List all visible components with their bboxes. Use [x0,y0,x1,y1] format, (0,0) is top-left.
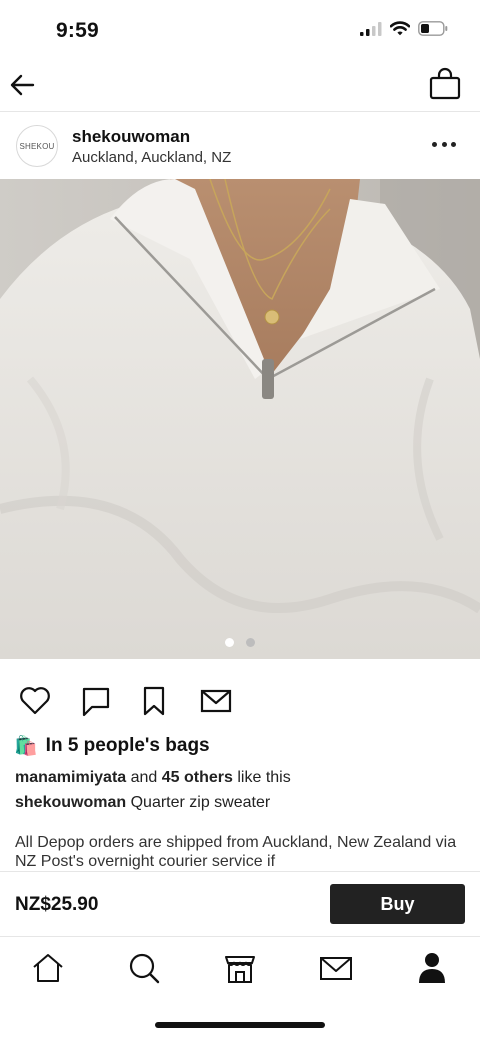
comment-button[interactable] [79,684,113,718]
like-button[interactable] [18,684,52,718]
listing-seller[interactable]: shekouwoman [15,794,126,811]
more-horizontal-icon [432,141,437,147]
wifi-icon [390,21,410,36]
battery-icon [418,21,448,36]
bags-count-text: In 5 people's bags [45,735,210,756]
nav-bar [0,60,480,112]
pagination-dot-2[interactable] [246,638,255,647]
mail-icon [200,689,232,713]
message-button[interactable] [199,684,233,718]
tab-inbox[interactable] [318,950,354,986]
heart-icon [20,687,50,715]
status-bar: 9:59 [0,0,480,60]
listing-title-text: Quarter zip sweater [130,794,271,811]
likes-others-link[interactable]: 45 others [162,769,233,786]
shopping-bag-button[interactable] [428,67,462,101]
product-photo[interactable] [0,179,480,659]
tab-search[interactable] [126,950,162,986]
arrow-left-icon [10,74,35,96]
liker-username[interactable]: manamimiyata [15,769,126,786]
more-options-button[interactable] [432,139,456,149]
likes-and: and [130,769,158,786]
tab-profile[interactable] [414,950,450,986]
action-row [0,684,480,720]
home-icon [33,954,63,982]
price: NZ$25.90 [15,894,99,915]
status-time: 9:59 [56,19,99,42]
listing-description: All Depop orders are shipped from Auckla… [15,834,457,870]
purchase-bar: NZ$25.90 Buy [0,871,480,937]
comment-icon [82,687,110,717]
seller-row[interactable]: SHEKOU shekouwoman Auckland, Auckland, N… [0,113,480,179]
home-indicator [155,1022,325,1028]
seller-username[interactable]: shekouwoman [72,127,190,147]
inbox-mail-icon [320,957,352,980]
save-button[interactable] [137,684,171,718]
tab-home[interactable] [30,950,66,986]
store-icon [225,956,255,983]
signal-icon [360,21,382,36]
sweater-photo-image [0,179,480,659]
seller-location: Auckland, Auckland, NZ [72,149,232,166]
tab-shop[interactable] [222,950,258,986]
seller-avatar[interactable]: SHEKOU [16,125,58,167]
likes-summary: manamimiyata and 45 others like this [15,769,291,787]
shopping-bags-emoji-icon: 🛍️ [14,736,38,757]
listing-title: shekouwoman Quarter zip sweater [15,794,270,812]
shopping-bag-icon [429,67,461,100]
buy-button[interactable]: Buy [330,884,465,924]
back-button[interactable] [8,70,38,100]
bags-count: 🛍️ In 5 people's bags [14,734,210,758]
person-icon [419,953,445,983]
likes-suffix: like this [237,769,291,786]
bookmark-icon [143,686,165,716]
image-pagination [0,638,480,647]
pagination-dot-1[interactable] [225,638,234,647]
tab-bar [0,938,480,998]
status-icons [360,21,448,36]
search-icon [129,953,160,984]
